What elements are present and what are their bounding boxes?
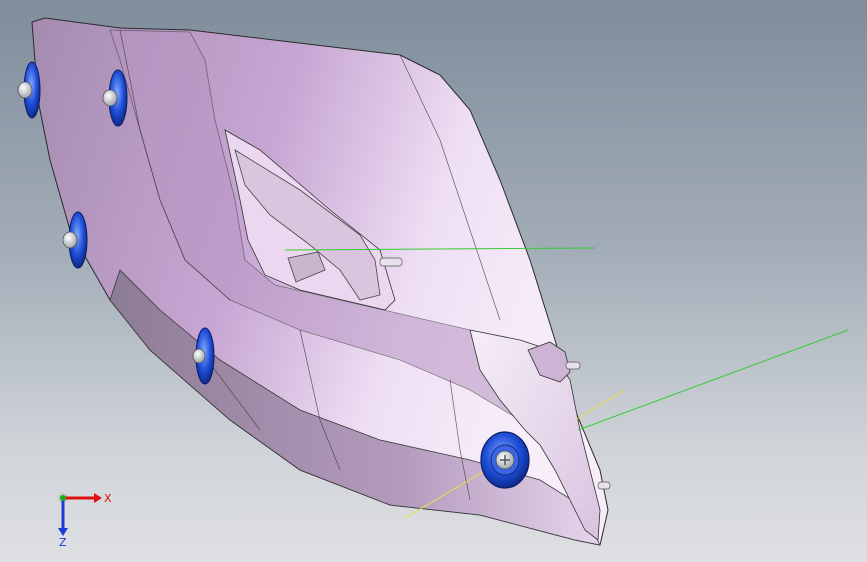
fastener-5[interactable] — [480, 431, 530, 489]
triad-z-label: Z — [59, 536, 67, 548]
tab-stud — [565, 361, 581, 370]
reference-line-green-2 — [577, 329, 849, 431]
fastener-1[interactable] — [17, 61, 41, 119]
triad-z-arrow — [58, 528, 68, 536]
cad-model-canvas[interactable] — [0, 0, 867, 562]
triad-y-axis — [60, 495, 66, 501]
fastener-3[interactable] — [62, 211, 88, 269]
orientation-triad[interactable]: X Z — [40, 478, 120, 548]
triad-x-label: X — [104, 492, 112, 505]
triad-x-arrow — [94, 493, 102, 503]
tab-stud-lower — [597, 481, 611, 490]
cad-3d-viewport[interactable]: X Z — [0, 0, 867, 562]
bracket-stud — [379, 257, 403, 267]
